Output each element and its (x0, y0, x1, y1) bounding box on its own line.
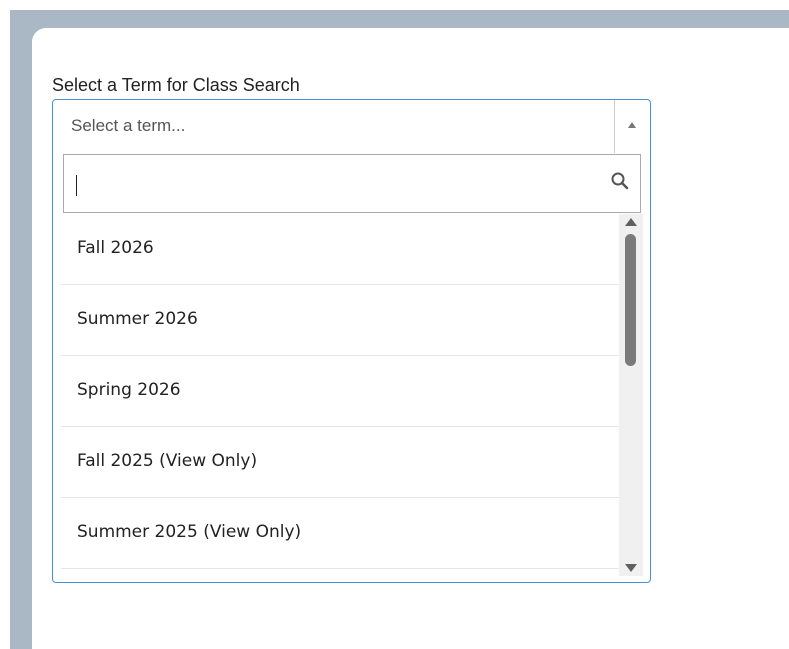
term-option-label: Summer 2026 (77, 309, 198, 329)
term-options-list: Fall 2026 Summer 2026 Spring 2026 Fall 2… (61, 214, 619, 576)
term-search-box[interactable] (63, 154, 641, 213)
term-option[interactable]: Spring 2026 (61, 356, 619, 427)
term-option[interactable]: Fall 2025 (View Only) (61, 427, 619, 498)
term-option[interactable]: Fall 2026 (61, 214, 619, 285)
term-option[interactable]: Summer 2026 (61, 285, 619, 356)
term-select-toggle[interactable] (614, 100, 650, 153)
term-option[interactable]: Summer 2025 (View Only) (61, 498, 619, 569)
term-option-label: Fall 2026 (77, 238, 154, 258)
text-caret (76, 175, 77, 196)
term-select-placeholder: Select a term... (71, 116, 186, 135)
term-option-label: Spring 2026 (77, 380, 181, 400)
term-option-label: Fall 2025 (View Only) (77, 451, 258, 471)
scrollbar-thumb[interactable] (625, 234, 636, 366)
scroll-down-arrow-icon[interactable] (625, 564, 637, 572)
term-search-input[interactable] (64, 155, 604, 212)
scroll-up-arrow-icon[interactable] (625, 218, 637, 226)
term-select-label: Select a Term for Class Search (52, 75, 300, 95)
chevron-up-icon (628, 122, 636, 128)
search-icon (611, 172, 629, 190)
term-select-display[interactable]: Select a term... (53, 100, 650, 153)
options-scrollbar[interactable] (619, 214, 643, 576)
frame-left-bar (10, 10, 32, 649)
term-option-label: Summer 2025 (View Only) (77, 522, 302, 542)
term-select[interactable]: Select a term... Fall 2026 Summer 2026 S… (52, 99, 651, 583)
